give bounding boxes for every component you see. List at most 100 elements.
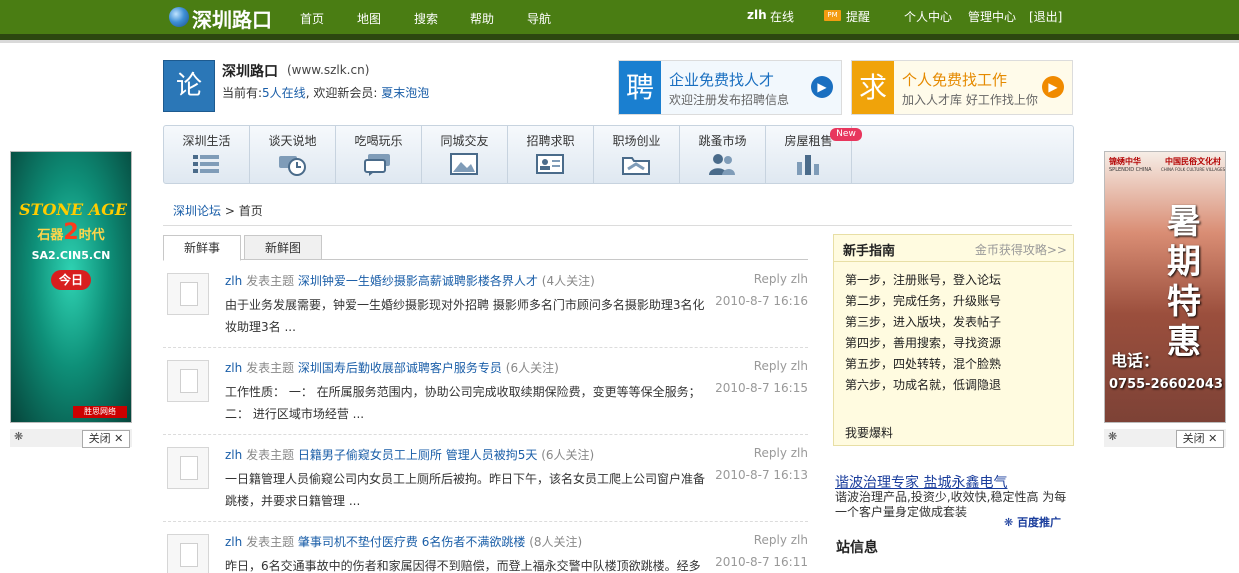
forum-logo-icon: 论 <box>163 60 215 112</box>
post-date: 2010-8-7 16:15 <box>715 381 808 395</box>
gold-coin-guide-link[interactable]: 金币获得攻略>> <box>975 241 1067 258</box>
newbie-guide-panel: 新手指南 金币获得攻略>> 第一步，注册账号，登入论坛 第二步，完成任务，升级账… <box>833 234 1074 446</box>
category-dating[interactable]: 同城交友 <box>422 126 508 183</box>
post-thumbnail-icon[interactable] <box>167 360 209 402</box>
guide-step: 第二步，完成任务，升级账号 <box>845 294 1002 308</box>
jobseeker-promo-subtitle: 加入人才库 好工作找上你 <box>902 93 1038 107</box>
reply-link[interactable]: Reply zlh <box>754 533 808 547</box>
ad-village: 中国民俗文化村 <box>1165 157 1221 166</box>
text-ad-title-link[interactable]: 谐波治理专家 盐城永鑫电气 <box>835 472 1007 492</box>
employer-promo-box[interactable]: 聘 企业免费找人才 欢迎注册发布招聘信息 ▶ <box>618 60 842 115</box>
ad-village-en: CHINA FOLK CULTURE VILLAGES <box>1161 167 1226 172</box>
post-action: 发表主题 <box>246 361 295 375</box>
site-logo-text[interactable]: 深圳路口 <box>192 4 272 33</box>
paw-icon: ❋ <box>14 430 24 443</box>
ad-brand: 锦绣中华 <box>1109 157 1141 166</box>
category-shenzhen-life[interactable]: 深圳生活 <box>164 126 250 183</box>
nav-search[interactable]: 搜索 <box>414 10 438 27</box>
tab-fresh-images[interactable]: 新鲜图 <box>244 235 322 260</box>
ad-corner-label: 胜思网络 <box>73 406 127 418</box>
post-author-link[interactable]: zlh <box>225 448 242 462</box>
category-label: 谈天说地 <box>268 134 317 148</box>
ad-game-sub2: 时代 <box>78 228 105 243</box>
nav-guide[interactable]: 导航 <box>527 10 551 27</box>
divider <box>163 225 1072 226</box>
post-title-link[interactable]: 日籍男子偷窥女员工上厕所 管理人员被拘5天 <box>298 448 537 462</box>
reply-link[interactable]: Reply zlh <box>754 446 808 460</box>
new-member-link[interactable]: 夏末泡泡 <box>381 86 429 100</box>
post-excerpt: 由于业务发展需要，钟爱一生婚纱摄影现对外招聘 摄影师多名门市顾问多名摄影助理3名… <box>225 298 705 334</box>
online-status: 在线 <box>770 10 795 24</box>
people-icon <box>709 154 735 175</box>
id-card-icon <box>536 154 564 174</box>
globe-logo-icon[interactable] <box>169 7 189 27</box>
post-thumbnail-icon[interactable] <box>167 273 209 315</box>
arrow-right-icon[interactable]: ▶ <box>811 76 833 98</box>
guide-title: 新手指南 <box>843 244 896 259</box>
guide-step: 第六步，功成名就，低调隐退 <box>845 378 1002 392</box>
close-ad-button[interactable]: 关闭 ✕ <box>82 430 130 448</box>
folder-icon <box>622 157 650 175</box>
remind-link[interactable]: 提醒 <box>846 8 870 25</box>
category-career[interactable]: 职场创业 <box>594 126 680 183</box>
category-label: 深圳生活 <box>182 134 231 148</box>
personal-center-link[interactable]: 个人中心 <box>904 8 952 25</box>
online-prefix: 当前有: <box>222 86 263 100</box>
post-action: 发表主题 <box>246 448 295 462</box>
close-ad-button[interactable]: 关闭 ✕ <box>1176 430 1224 448</box>
reply-link[interactable]: Reply zlh <box>754 272 808 286</box>
pm-icon[interactable]: PM <box>824 10 841 21</box>
close-icon: ✕ <box>114 432 124 445</box>
employer-promo-title[interactable]: 企业免费找人才 <box>669 69 774 90</box>
category-label: 招聘求职 <box>526 134 575 148</box>
admin-center-link[interactable]: 管理中心 <box>968 8 1016 25</box>
ad-game-title: STONE AGE <box>19 200 128 219</box>
online-count[interactable]: 5人在线 <box>262 86 306 100</box>
nav-map[interactable]: 地图 <box>357 10 381 27</box>
breadcrumb-current: 首页 <box>238 204 263 218</box>
post-watch-count: (6人关注) <box>541 448 595 462</box>
category-label: 跳蚤市场 <box>698 134 747 148</box>
category-entertainment[interactable]: 吃喝玩乐 <box>336 126 422 183</box>
category-chat[interactable]: 谈天说地 <box>250 126 336 183</box>
username-link[interactable]: zlh <box>747 8 767 22</box>
feed-item: zlh 发表主题 深圳国寿后勤收展部诚聘客户服务专员 (6人关注) Reply … <box>163 355 808 437</box>
post-author-link[interactable]: zlh <box>225 535 242 549</box>
post-watch-count: (6人关注) <box>505 361 559 375</box>
post-title-link[interactable]: 深圳国寿后勤收展部诚聘客户服务专员 <box>298 361 502 375</box>
category-jobs[interactable]: 招聘求职 <box>508 126 594 183</box>
close-ad-label: 关闭 <box>1182 432 1205 445</box>
feed-separator <box>163 521 808 523</box>
category-flea-market[interactable]: 跳蚤市场 <box>680 126 766 183</box>
ad-tel-label: 电话： <box>1111 351 1160 370</box>
tab-fresh-news[interactable]: 新鲜事 <box>163 235 241 261</box>
post-author-link[interactable]: zlh <box>225 274 242 288</box>
list-icon <box>193 155 219 173</box>
post-title-link[interactable]: 肇事司机不垫付医疗费 6名伤者不满欲跳楼 <box>298 535 525 549</box>
reply-link[interactable]: Reply zlh <box>754 359 808 373</box>
paw-icon: ❋ <box>1108 430 1118 443</box>
post-title-link[interactable]: 深圳钟爱一生婚纱摄影高薪诚聘影楼各界人才 <box>298 274 538 288</box>
baidu-promo-label[interactable]: ❋ 百度推广 <box>1004 514 1061 530</box>
logout-link[interactable]: [退出] <box>1029 8 1062 25</box>
new-badge: New <box>830 128 862 141</box>
post-thumbnail-icon[interactable] <box>167 447 209 489</box>
post-date: 2010-8-7 16:13 <box>715 468 808 482</box>
speech-bubble-icon <box>364 154 390 176</box>
jobseeker-promo-title[interactable]: 个人免费找工作 <box>902 69 1007 90</box>
left-side-ad[interactable]: STONE AGE 石器2时代 SA2.CIN5.CN 今日 胜思网络 <box>10 151 132 423</box>
breadcrumb-root-link[interactable]: 深圳论坛 <box>173 204 221 218</box>
close-ad-label: 关闭 <box>88 432 111 445</box>
report-news-link[interactable]: 我要爆料 <box>845 424 893 441</box>
baidu-promo-text: 百度推广 <box>1017 516 1062 529</box>
category-label: 同城交友 <box>440 134 489 148</box>
nav-help[interactable]: 帮助 <box>470 10 494 27</box>
arrow-right-icon[interactable]: ▶ <box>1042 76 1064 98</box>
jobseeker-promo-box[interactable]: 求 个人免费找工作 加入人才库 好工作找上你 ▶ <box>851 60 1073 115</box>
feed-item: zlh 发表主题 日籍男子偷窥女员工上厕所 管理人员被拘5天 (6人关注) Re… <box>163 442 808 524</box>
nav-home[interactable]: 首页 <box>300 10 324 27</box>
post-author-link[interactable]: zlh <box>225 361 242 375</box>
right-side-ad[interactable]: 锦绣中华 SPLENDID CHINA 中国民俗文化村 CHINA FOLK C… <box>1104 151 1226 423</box>
post-thumbnail-icon[interactable] <box>167 534 209 573</box>
post-excerpt: 工作性质： 一： 在所属服务范围内，协助公司完成收取续期保险费，变更等等保全服务… <box>225 385 701 421</box>
